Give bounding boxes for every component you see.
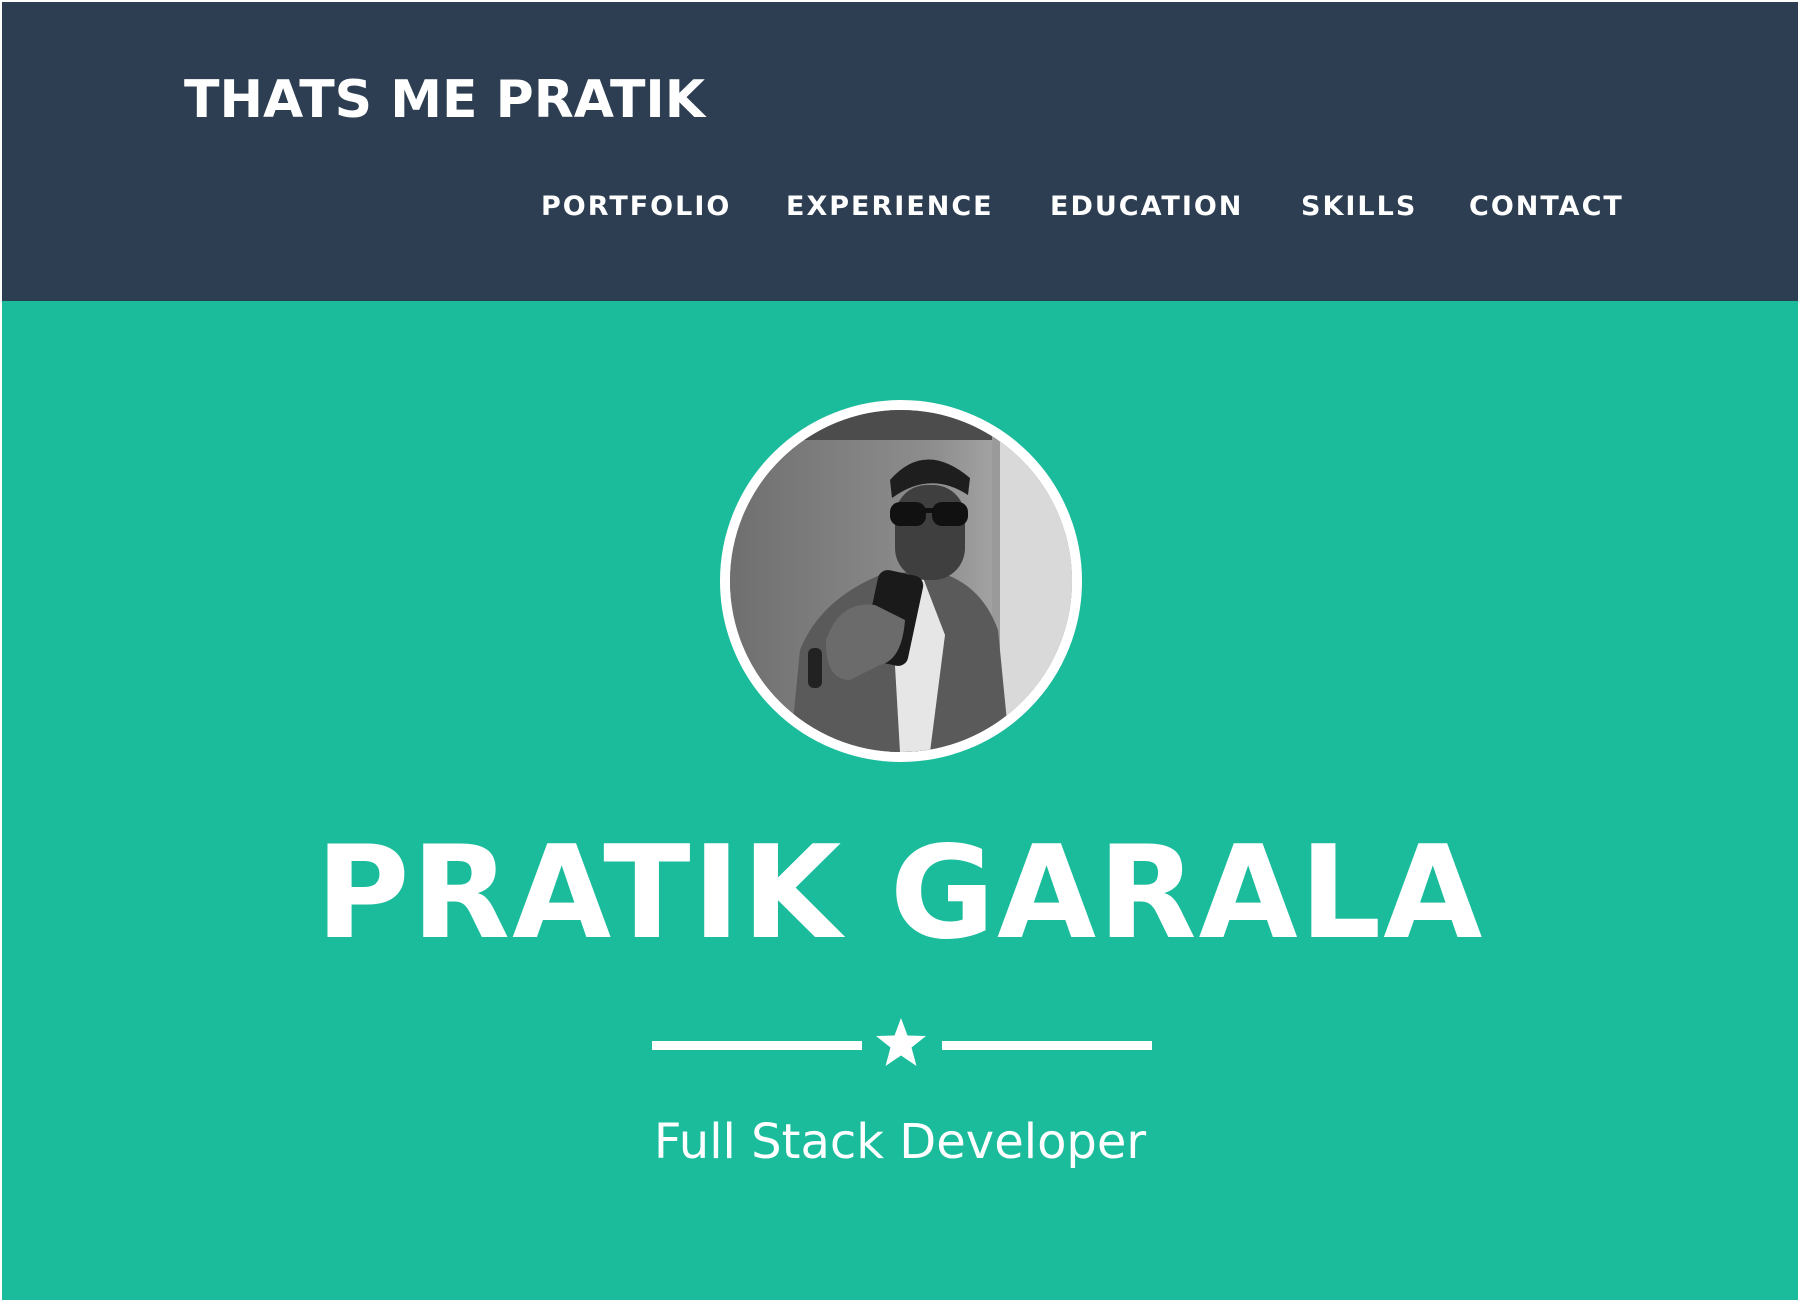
nav-menu: PORTFOLIO EXPERIENCE EDUCATION SKILLS CO… [2, 187, 1798, 227]
divider-line-left [652, 1041, 862, 1050]
hero-subtitle: Full Stack Developer [653, 1114, 1147, 1170]
nav-link-contact[interactable]: CONTACT [1469, 187, 1624, 227]
nav-link-portfolio[interactable]: PORTFOLIO [541, 187, 731, 227]
divider-line-right [942, 1041, 1152, 1050]
nav-link-experience[interactable]: EXPERIENCE [786, 187, 994, 227]
hero-name: PRATIK GARALA [315, 819, 1485, 968]
nav-link-skills[interactable]: SKILLS [1301, 187, 1417, 227]
star-icon [876, 1018, 926, 1066]
profile-photo [730, 410, 1072, 752]
navbar: THATS ME PRATIK PORTFOLIO EXPERIENCE EDU… [2, 2, 1798, 301]
nav-link-education[interactable]: EDUCATION [1050, 187, 1243, 227]
brand-link[interactable]: THATS ME PRATIK [184, 74, 705, 126]
profile-avatar [720, 400, 1082, 762]
